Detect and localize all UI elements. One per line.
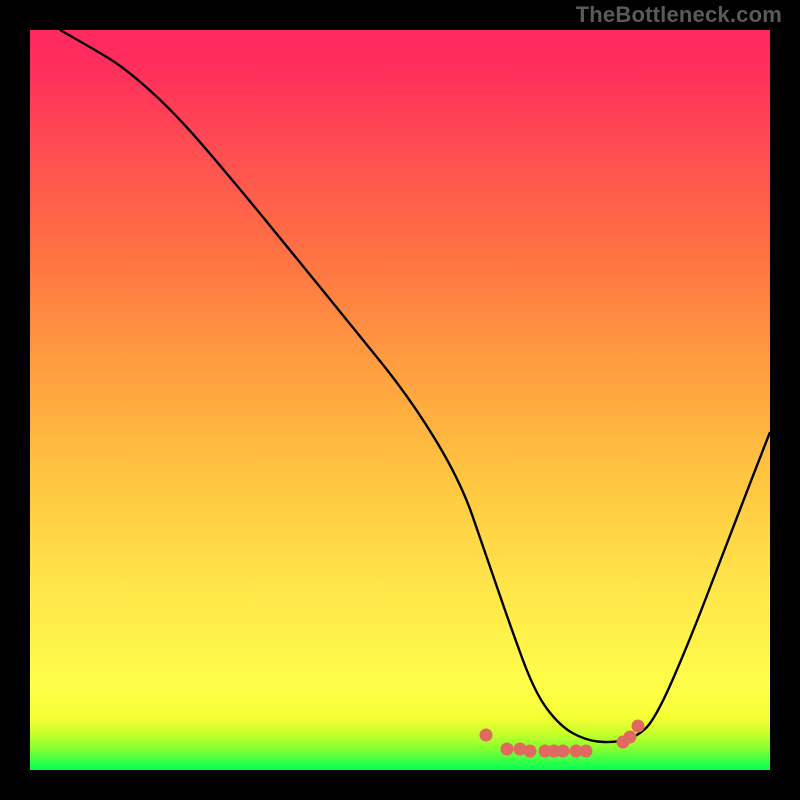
highlight-dot (480, 729, 493, 742)
watermark-text: TheBottleneck.com (576, 2, 782, 28)
highlight-dot (632, 720, 645, 733)
highlight-dot (624, 731, 637, 744)
curve-layer (30, 30, 770, 770)
highlight-dot (580, 745, 593, 758)
bottleneck-curve (60, 30, 770, 742)
plot-area (30, 30, 770, 770)
highlight-dot (501, 743, 514, 756)
highlight-dot (557, 745, 570, 758)
highlight-dot (524, 745, 537, 758)
